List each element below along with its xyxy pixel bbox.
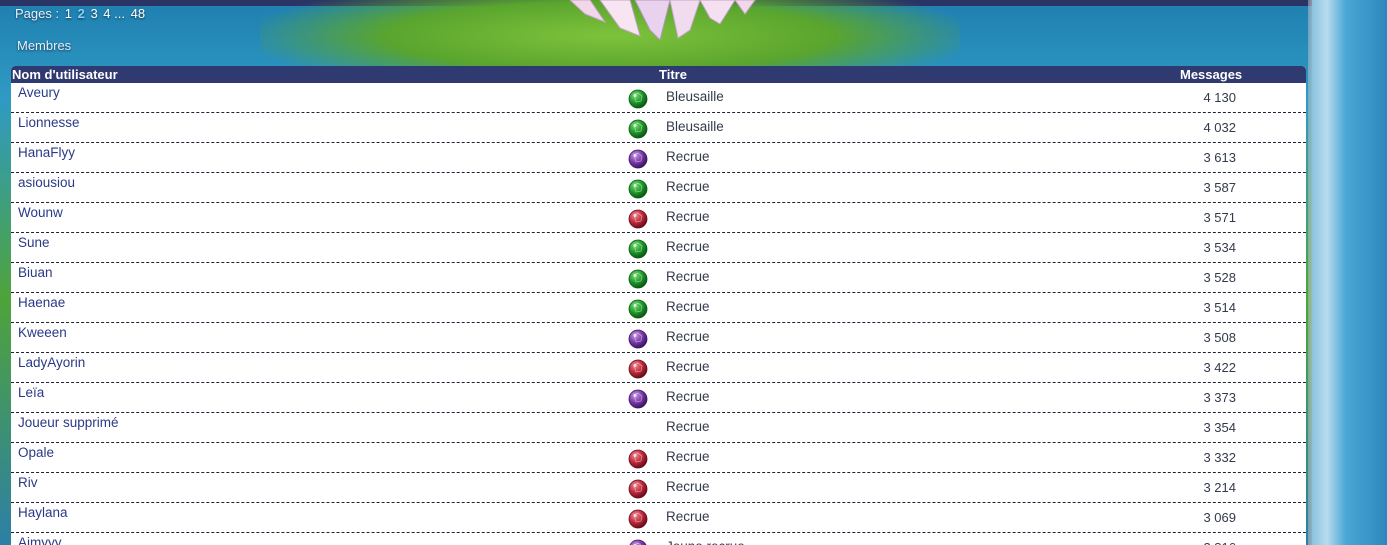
members-table: Nom d'utilisateur Titre Messages Aveury B… <box>11 66 1306 545</box>
member-title: Recrue <box>666 359 710 374</box>
member-title: Recrue <box>666 419 710 434</box>
message-count: 3 373 <box>1203 390 1236 405</box>
table-row: Kweeen Recrue 3 508 <box>11 323 1306 353</box>
pagination-ellipsis: ... <box>114 6 125 21</box>
red-gem-icon <box>628 209 648 229</box>
member-title: Recrue <box>666 389 710 404</box>
member-title: Recrue <box>666 299 710 314</box>
table-row: Sune Recrue 3 534 <box>11 233 1306 263</box>
right-edge <box>1308 0 1322 545</box>
message-count: 3 613 <box>1203 150 1236 165</box>
table-header: Nom d'utilisateur Titre Messages <box>11 66 1306 83</box>
crystal-decoration-icon <box>569 0 756 40</box>
table-row: Lionnesse Bleusaille 4 032 <box>11 113 1306 143</box>
username-link[interactable]: LadyAyorin <box>18 355 85 370</box>
green-gem-icon <box>628 269 648 289</box>
page-link-4[interactable]: 4 <box>103 6 110 21</box>
username-link[interactable]: Biuan <box>18 265 53 280</box>
purple-gem-icon <box>628 149 648 169</box>
member-title: Recrue <box>666 449 710 464</box>
message-count: 3 422 <box>1203 360 1236 375</box>
message-count: 3 528 <box>1203 270 1236 285</box>
header-title[interactable]: Titre <box>659 66 687 83</box>
member-title: Bleusaille <box>666 89 724 104</box>
header-messages[interactable]: Messages <box>1180 66 1242 83</box>
username-link[interactable]: Aveury <box>18 85 60 100</box>
username-link[interactable]: Leïa <box>18 385 44 400</box>
green-gem-icon <box>628 239 648 259</box>
table-row: asiousiou Recrue 3 587 <box>11 173 1306 203</box>
member-title: Recrue <box>666 239 710 254</box>
member-title: Jeune recrue <box>666 539 745 545</box>
message-count: 4 130 <box>1203 90 1236 105</box>
page-link-last[interactable]: 48 <box>131 6 145 21</box>
username-link[interactable]: asiousiou <box>18 175 75 190</box>
message-count: 3 587 <box>1203 180 1236 195</box>
table-row: Aimyyy Jeune recrue 2 816 <box>11 533 1306 545</box>
message-count: 3 332 <box>1203 450 1236 465</box>
username-link[interactable]: Haylana <box>18 505 68 520</box>
table-body: Aveury Bleusaille 4 130 Lionnesse Bleusaille… <box>11 83 1306 545</box>
table-row: LadyAyorin Recrue 3 422 <box>11 353 1306 383</box>
purple-gem-icon <box>629 539 647 545</box>
table-row: Aveury Bleusaille 4 130 <box>11 83 1306 113</box>
username-link[interactable]: Lionnesse <box>18 115 80 130</box>
page-current-2: 2 <box>77 6 85 21</box>
header-username[interactable]: Nom d'utilisateur <box>12 66 118 83</box>
username-link[interactable]: Riv <box>18 475 38 490</box>
red-gem-icon <box>628 359 648 379</box>
member-title: Recrue <box>666 149 710 164</box>
username-link[interactable]: HanaFlyy <box>18 145 75 160</box>
table-row: Opale Recrue 3 332 <box>11 443 1306 473</box>
red-gem-icon <box>628 449 648 469</box>
username-link[interactable]: Haenae <box>18 295 65 310</box>
table-row: HanaFlyy Recrue 3 613 <box>11 143 1306 173</box>
green-gem-icon <box>628 179 648 199</box>
message-count: 3 508 <box>1203 330 1236 345</box>
pagination-label: Pages : <box>15 6 60 21</box>
green-gem-icon <box>628 89 648 109</box>
top-bar <box>0 0 1387 6</box>
username-link[interactable]: Joueur supprimé <box>18 415 119 430</box>
member-title: Recrue <box>666 329 710 344</box>
username-link[interactable]: Sune <box>18 235 50 250</box>
table-row: Biuan Recrue 3 528 <box>11 263 1306 293</box>
green-gem-icon <box>628 299 648 319</box>
red-gem-icon <box>628 479 648 499</box>
green-gem-icon <box>628 119 648 139</box>
message-count: 2 816 <box>1203 540 1236 545</box>
member-title: Recrue <box>666 509 710 524</box>
message-count: 3 571 <box>1203 210 1236 225</box>
section-title: Membres <box>17 38 72 53</box>
table-row: Haylana Recrue 3 069 <box>11 503 1306 533</box>
member-title: Recrue <box>666 269 710 284</box>
page-link-3[interactable]: 3 <box>90 6 97 21</box>
table-row: Leïa Recrue 3 373 <box>11 383 1306 413</box>
member-title: Bleusaille <box>666 119 724 134</box>
table-row: Wounw Recrue 3 571 <box>11 203 1306 233</box>
message-count: 3 069 <box>1203 510 1236 525</box>
table-row: Joueur supprimé Recrue 3 354 <box>11 413 1306 443</box>
purple-gem-icon <box>628 389 648 409</box>
message-count: 3 354 <box>1203 420 1236 435</box>
table-row: Riv Recrue 3 214 <box>11 473 1306 503</box>
page-link-1[interactable]: 1 <box>65 6 72 21</box>
message-count: 4 032 <box>1203 120 1236 135</box>
red-gem-icon <box>628 509 648 529</box>
table-row: Haenae Recrue 3 514 <box>11 293 1306 323</box>
message-count: 3 534 <box>1203 240 1236 255</box>
member-title: Recrue <box>666 179 710 194</box>
username-link[interactable]: Aimyyy <box>18 535 62 545</box>
username-link[interactable]: Kweeen <box>18 325 67 340</box>
username-link[interactable]: Wounw <box>18 205 63 220</box>
message-count: 3 514 <box>1203 300 1236 315</box>
member-title: Recrue <box>666 209 710 224</box>
message-count: 3 214 <box>1203 480 1236 495</box>
right-background <box>1312 0 1387 545</box>
purple-gem-icon <box>628 329 648 349</box>
username-link[interactable]: Opale <box>18 445 54 460</box>
pagination: Pages : 1 2 3 4 ... 48 <box>15 6 145 21</box>
member-title: Recrue <box>666 479 710 494</box>
